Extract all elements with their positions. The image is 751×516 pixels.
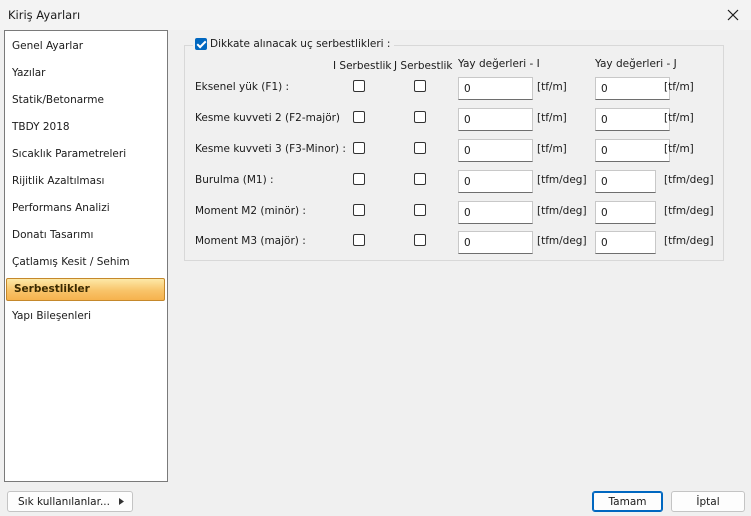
axial-unit-j: [tf/m] — [664, 81, 694, 93]
shear-2-spring-i-input[interactable] — [458, 108, 533, 131]
sidebar-item-texts[interactable]: Yazılar — [5, 60, 167, 87]
shear-2-unit-j: [tf/m] — [664, 112, 694, 124]
sidebar-item-label: Rijitlik Azaltılması — [12, 175, 105, 187]
ok-button[interactable]: Tamam — [592, 491, 663, 512]
moment-m2-j-release-checkbox[interactable] — [414, 204, 426, 216]
torsion-i-release-checkbox[interactable] — [353, 173, 365, 185]
moment-m3-spring-j-input[interactable] — [595, 231, 656, 254]
moment-m3-j-release-checkbox[interactable] — [414, 234, 426, 246]
sidebar-item-temperature[interactable]: Sıcaklık Parametreleri — [5, 141, 167, 168]
close-icon — [727, 9, 739, 21]
row-label-moment-m3: Moment M3 (majör) : — [195, 235, 306, 247]
sidebar-item-label: Çatlamış Kesit / Sehim — [12, 256, 130, 268]
torsion-unit-i: [tfm/deg] — [537, 174, 587, 186]
releases-enable-checkbox[interactable] — [195, 38, 207, 50]
sidebar-item-structure-components[interactable]: Yapı Bileşenleri — [5, 303, 167, 330]
torsion-spring-i-input[interactable] — [458, 170, 533, 193]
footer-bar: Sık kullanılanlar... Tamam İptal — [0, 482, 751, 516]
torsion-j-release-checkbox[interactable] — [414, 173, 426, 185]
axial-unit-i: [tf/m] — [537, 81, 567, 93]
sidebar-item-releases[interactable]: Serbestlikler — [6, 278, 165, 301]
shear-3-i-release-checkbox[interactable] — [353, 142, 365, 154]
sidebar-item-label: Serbestlikler — [14, 283, 90, 295]
sidebar-item-label: Performans Analizi — [12, 202, 110, 214]
moment-m2-unit-j: [tfm/deg] — [664, 205, 714, 217]
axial-spring-i-input[interactable] — [458, 77, 533, 100]
spring-j-header: Yay değerleri - J — [595, 58, 677, 70]
i-release-header: I Serbestlik — [333, 60, 392, 72]
axial-j-release-checkbox[interactable] — [414, 80, 426, 92]
shear-3-spring-j-input[interactable] — [595, 139, 670, 162]
shear-2-j-release-checkbox[interactable] — [414, 111, 426, 123]
sidebar-item-label: Yapı Bileşenleri — [12, 310, 92, 322]
shear-3-spring-i-input[interactable] — [458, 139, 533, 162]
sidebar-item-label: Statik/Betonarme — [12, 94, 104, 106]
cancel-button[interactable]: İptal — [671, 491, 745, 512]
moment-m2-spring-i-input[interactable] — [458, 201, 533, 224]
shear-3-unit-i: [tf/m] — [537, 143, 567, 155]
content-panel: Dikkate alınacak uç serbestlikleri : I S… — [171, 30, 747, 482]
sidebar-item-performance[interactable]: Performans Analizi — [5, 195, 167, 222]
row-label-shear-2: Kesme kuvveti 2 (F2-majör) — [195, 112, 341, 124]
releases-group-label: Dikkate alınacak uç serbestlikleri : — [210, 38, 391, 50]
sidebar-item-tbdy[interactable]: TBDY 2018 — [5, 114, 167, 141]
favorites-label: Sık kullanılanlar... — [18, 495, 110, 508]
sidebar-item-reinforcement[interactable]: Donatı Tasarımı — [5, 222, 167, 249]
title-bar: Kiriş Ayarları — [0, 0, 751, 30]
spring-i-header: Yay değerleri - I — [458, 58, 540, 70]
sidebar-item-label: Yazılar — [12, 67, 46, 79]
favorites-button[interactable]: Sık kullanılanlar... — [7, 491, 133, 512]
close-button[interactable] — [715, 0, 751, 30]
sidebar-item-static[interactable]: Statik/Betonarme — [5, 87, 167, 114]
shear-2-spring-j-input[interactable] — [595, 108, 670, 131]
window-title: Kiriş Ayarları — [8, 8, 81, 22]
moment-m2-unit-i: [tfm/deg] — [537, 205, 587, 217]
moment-m3-i-release-checkbox[interactable] — [353, 234, 365, 246]
row-label-shear-3: Kesme kuvveti 3 (F3-Minor) : — [195, 143, 346, 155]
j-release-header: J Serbestlik — [394, 60, 453, 72]
sidebar-item-stiffness[interactable]: Rijitlik Azaltılması — [5, 168, 167, 195]
row-label-torsion: Burulma (M1) : — [195, 174, 274, 186]
ok-label: Tamam — [608, 495, 647, 508]
sidebar-item-cracked-section[interactable]: Çatlamış Kesit / Sehim — [5, 249, 167, 276]
shear-2-unit-i: [tf/m] — [537, 112, 567, 124]
shear-3-unit-j: [tf/m] — [664, 143, 694, 155]
sidebar: Genel Ayarlar Yazılar Statik/Betonarme T… — [4, 30, 168, 482]
sidebar-item-general[interactable]: Genel Ayarlar — [5, 33, 167, 60]
cancel-label: İptal — [696, 495, 720, 508]
torsion-unit-j: [tfm/deg] — [664, 174, 714, 186]
axial-spring-j-input[interactable] — [595, 77, 670, 100]
moment-m2-spring-j-input[interactable] — [595, 201, 656, 224]
axial-i-release-checkbox[interactable] — [353, 80, 365, 92]
releases-group-legend[interactable]: Dikkate alınacak uç serbestlikleri : — [193, 38, 395, 50]
shear-2-i-release-checkbox[interactable] — [353, 111, 365, 123]
shear-3-j-release-checkbox[interactable] — [414, 142, 426, 154]
row-label-axial: Eksenel yük (F1) : — [195, 81, 290, 93]
moment-m3-spring-i-input[interactable] — [458, 231, 533, 254]
sidebar-item-label: Sıcaklık Parametreleri — [12, 148, 127, 160]
sidebar-item-label: Genel Ayarlar — [12, 40, 84, 52]
moment-m3-unit-i: [tfm/deg] — [537, 235, 587, 247]
row-label-moment-m2: Moment M2 (minör) : — [195, 205, 306, 217]
moment-m3-unit-j: [tfm/deg] — [664, 235, 714, 247]
chevron-right-icon — [119, 498, 124, 505]
torsion-spring-j-input[interactable] — [595, 170, 656, 193]
moment-m2-i-release-checkbox[interactable] — [353, 204, 365, 216]
releases-group: Dikkate alınacak uç serbestlikleri : I S… — [184, 38, 724, 261]
sidebar-item-label: TBDY 2018 — [12, 121, 70, 133]
sidebar-item-label: Donatı Tasarımı — [12, 229, 94, 241]
